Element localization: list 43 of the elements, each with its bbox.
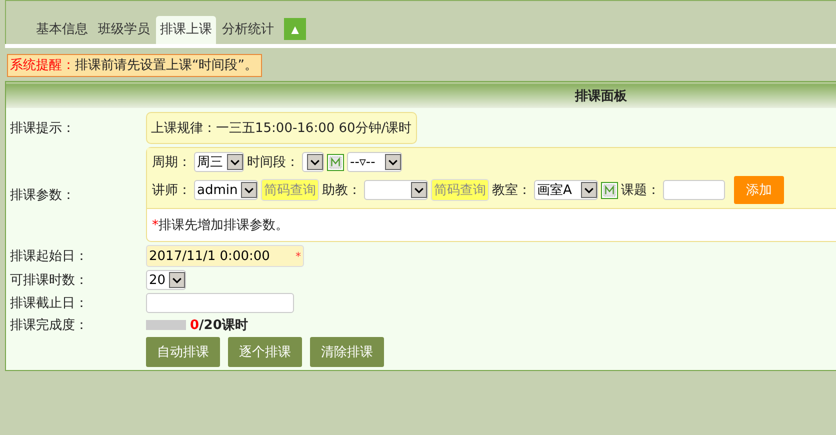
note-text: *排课先增加排课参数。 [152, 218, 288, 233]
hint-box: 上课规律：一三五15:00-16:00 60分钟/课时 [146, 112, 417, 144]
field-label: 排课参数： [9, 186, 76, 204]
dropdown[interactable]: 周三 [194, 152, 244, 172]
tab[interactable]: 排课上课 [156, 16, 216, 44]
field-label: 时间段： [247, 154, 299, 171]
panel-title: 排课面板 [575, 88, 627, 105]
alert-message: 系统提醒：排课前请先设置上课“时间段”。 [7, 54, 262, 77]
topic-field[interactable] [663, 180, 725, 200]
chevron-down-icon [241, 182, 257, 198]
field-label: 教室： [492, 182, 531, 199]
tab[interactable]: 基本信息 [32, 16, 92, 44]
field-label: 周期： [152, 154, 191, 171]
chevron-down-icon [581, 182, 597, 198]
date-field[interactable]: 2017/11/1 0:00:00 * [146, 245, 304, 267]
field-label: 排课起始日： [9, 248, 89, 265]
dropdown[interactable]: 画室A [534, 180, 598, 200]
progress-text: 0/20课时 [190, 317, 248, 334]
dropdown[interactable] [302, 152, 324, 172]
field-label: 讲师： [152, 182, 191, 199]
action-button[interactable]: 逐个排课 [228, 337, 302, 367]
field-label: 助教： [322, 182, 361, 199]
dropdown[interactable]: 20 [146, 270, 186, 290]
chevron-down-icon [307, 154, 323, 170]
chevron-down-icon [385, 154, 401, 170]
field-label: 排课提示： [9, 120, 76, 137]
m-icon[interactable] [327, 154, 344, 170]
field-label: 排课完成度： [9, 317, 89, 334]
chevron-down-icon [411, 182, 427, 198]
dropdown[interactable]: --▿-- [347, 152, 402, 172]
action-button[interactable]: 清除排课 [310, 337, 384, 367]
date-field[interactable] [146, 293, 294, 313]
tab[interactable]: 班级学员 [94, 16, 154, 44]
field-label: 排课截止日： [9, 295, 89, 312]
field-label: 可排课时数： [9, 272, 89, 289]
chevron-down-icon [227, 154, 243, 170]
m-icon[interactable] [601, 182, 618, 198]
required-mark: * [296, 250, 301, 262]
field-label: 课题： [621, 182, 660, 199]
tab[interactable]: 分析统计 [218, 16, 278, 44]
dropdown[interactable]: admin [194, 180, 258, 200]
action-button[interactable]: 自动排课 [146, 337, 220, 367]
chevron-down-icon [169, 272, 185, 288]
